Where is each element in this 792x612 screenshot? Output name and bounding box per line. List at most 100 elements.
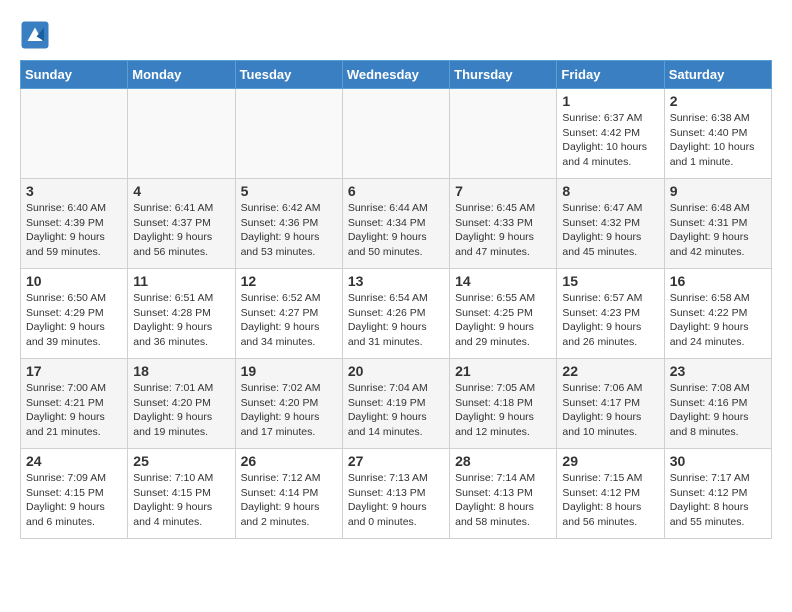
weekday-header-row: SundayMondayTuesdayWednesdayThursdayFrid… [21, 61, 772, 89]
calendar-cell: 21Sunrise: 7:05 AM Sunset: 4:18 PM Dayli… [450, 359, 557, 449]
calendar-cell: 4 Sunrise: 6:41 AM Sunset: 4:37 PM Daylig… [128, 179, 235, 269]
day-info: Sunrise: 6:40 AM Sunset: 4:39 PM Dayligh… [26, 201, 122, 260]
calendar-cell [450, 89, 557, 179]
day-info: Sunrise: 6:42 AM Sunset: 4:36 PM Dayligh… [241, 201, 337, 260]
day-number: 19 [241, 363, 337, 379]
day-number: 24 [26, 453, 122, 469]
day-number: 30 [670, 453, 766, 469]
calendar-cell: 1 Sunrise: 6:37 AM Sunset: 4:42 PM Daylig… [557, 89, 664, 179]
day-info: Sunrise: 6:37 AM Sunset: 4:42 PM Dayligh… [562, 111, 658, 170]
day-number: 11 [133, 273, 229, 289]
calendar-cell: 3 Sunrise: 6:40 AM Sunset: 4:39 PM Daylig… [21, 179, 128, 269]
day-number: 21 [455, 363, 551, 379]
day-number: 10 [26, 273, 122, 289]
calendar-cell: 14 Sunrise: 6:55 AM Sunset: 4:25 PM Dayli… [450, 269, 557, 359]
day-number: 15 [562, 273, 658, 289]
day-number: 4 [133, 183, 229, 199]
logo-icon [20, 20, 50, 50]
day-info: Sunrise: 6:45 AM Sunset: 4:33 PM Dayligh… [455, 201, 551, 260]
calendar-cell [235, 89, 342, 179]
day-number: 2 [670, 93, 766, 109]
day-number: 20 [348, 363, 444, 379]
day-number: 5 [241, 183, 337, 199]
day-number: 17 [26, 363, 122, 379]
day-info: Sunrise: 7:01 AM Sunset: 4:20 PM Dayligh… [133, 381, 229, 440]
calendar-cell [342, 89, 449, 179]
day-info: Sunrise: 6:58 AM Sunset: 4:22 PM Dayligh… [670, 291, 766, 350]
calendar-cell: 29Sunrise: 7:15 AM Sunset: 4:12 PM Dayli… [557, 449, 664, 539]
day-info: Sunrise: 7:04 AM Sunset: 4:19 PM Dayligh… [348, 381, 444, 440]
day-info: Sunrise: 6:50 AM Sunset: 4:29 PM Dayligh… [26, 291, 122, 350]
day-number: 26 [241, 453, 337, 469]
day-number: 18 [133, 363, 229, 379]
calendar-week-row: 10 Sunrise: 6:50 AM Sunset: 4:29 PM Dayli… [21, 269, 772, 359]
weekday-header-friday: Friday [557, 61, 664, 89]
day-info: Sunrise: 6:52 AM Sunset: 4:27 PM Dayligh… [241, 291, 337, 350]
weekday-header-tuesday: Tuesday [235, 61, 342, 89]
day-number: 13 [348, 273, 444, 289]
day-info: Sunrise: 6:41 AM Sunset: 4:37 PM Dayligh… [133, 201, 229, 260]
calendar-cell: 17Sunrise: 7:00 AM Sunset: 4:21 PM Dayli… [21, 359, 128, 449]
calendar-cell: 28 Sunrise: 7:14 AM Sunset: 4:13 PM Dayli… [450, 449, 557, 539]
calendar-cell: 2 Sunrise: 6:38 AM Sunset: 4:40 PM Daylig… [664, 89, 771, 179]
calendar-cell: 13Sunrise: 6:54 AM Sunset: 4:26 PM Dayli… [342, 269, 449, 359]
day-info: Sunrise: 7:06 AM Sunset: 4:17 PM Dayligh… [562, 381, 658, 440]
day-number: 3 [26, 183, 122, 199]
day-info: Sunrise: 6:57 AM Sunset: 4:23 PM Dayligh… [562, 291, 658, 350]
weekday-header-sunday: Sunday [21, 61, 128, 89]
weekday-header-saturday: Saturday [664, 61, 771, 89]
calendar-cell: 26 Sunrise: 7:12 AM Sunset: 4:14 PM Dayli… [235, 449, 342, 539]
calendar-cell: 18 Sunrise: 7:01 AM Sunset: 4:20 PM Dayli… [128, 359, 235, 449]
day-number: 12 [241, 273, 337, 289]
calendar-cell: 12 Sunrise: 6:52 AM Sunset: 4:27 PM Dayli… [235, 269, 342, 359]
calendar-week-row: 17Sunrise: 7:00 AM Sunset: 4:21 PM Dayli… [21, 359, 772, 449]
day-number: 9 [670, 183, 766, 199]
day-info: Sunrise: 6:47 AM Sunset: 4:32 PM Dayligh… [562, 201, 658, 260]
day-number: 7 [455, 183, 551, 199]
calendar-cell: 22Sunrise: 7:06 AM Sunset: 4:17 PM Dayli… [557, 359, 664, 449]
day-number: 23 [670, 363, 766, 379]
calendar-cell: 5 Sunrise: 6:42 AM Sunset: 4:36 PM Daylig… [235, 179, 342, 269]
calendar-week-row: 24 Sunrise: 7:09 AM Sunset: 4:15 PM Dayli… [21, 449, 772, 539]
calendar-cell [21, 89, 128, 179]
calendar-cell: 24 Sunrise: 7:09 AM Sunset: 4:15 PM Dayli… [21, 449, 128, 539]
calendar-cell: 11 Sunrise: 6:51 AM Sunset: 4:28 PM Dayli… [128, 269, 235, 359]
day-number: 6 [348, 183, 444, 199]
calendar-cell: 25 Sunrise: 7:10 AM Sunset: 4:15 PM Dayli… [128, 449, 235, 539]
calendar-cell: 27Sunrise: 7:13 AM Sunset: 4:13 PM Dayli… [342, 449, 449, 539]
day-info: Sunrise: 6:48 AM Sunset: 4:31 PM Dayligh… [670, 201, 766, 260]
calendar-cell: 9 Sunrise: 6:48 AM Sunset: 4:31 PM Daylig… [664, 179, 771, 269]
calendar-week-row: 3 Sunrise: 6:40 AM Sunset: 4:39 PM Daylig… [21, 179, 772, 269]
calendar-cell [128, 89, 235, 179]
day-number: 28 [455, 453, 551, 469]
day-info: Sunrise: 7:17 AM Sunset: 4:12 PM Dayligh… [670, 471, 766, 530]
day-info: Sunrise: 7:14 AM Sunset: 4:13 PM Dayligh… [455, 471, 551, 530]
logo [20, 20, 54, 50]
page-header [20, 20, 772, 50]
calendar-cell: 8 Sunrise: 6:47 AM Sunset: 4:32 PM Daylig… [557, 179, 664, 269]
day-info: Sunrise: 7:12 AM Sunset: 4:14 PM Dayligh… [241, 471, 337, 530]
calendar-cell: 23 Sunrise: 7:08 AM Sunset: 4:16 PM Dayli… [664, 359, 771, 449]
day-info: Sunrise: 6:44 AM Sunset: 4:34 PM Dayligh… [348, 201, 444, 260]
day-number: 25 [133, 453, 229, 469]
day-info: Sunrise: 6:55 AM Sunset: 4:25 PM Dayligh… [455, 291, 551, 350]
calendar-table: SundayMondayTuesdayWednesdayThursdayFrid… [20, 60, 772, 539]
day-number: 1 [562, 93, 658, 109]
calendar-cell: 15 Sunrise: 6:57 AM Sunset: 4:23 PM Dayli… [557, 269, 664, 359]
day-info: Sunrise: 7:09 AM Sunset: 4:15 PM Dayligh… [26, 471, 122, 530]
calendar-cell: 30 Sunrise: 7:17 AM Sunset: 4:12 PM Dayli… [664, 449, 771, 539]
day-info: Sunrise: 7:10 AM Sunset: 4:15 PM Dayligh… [133, 471, 229, 530]
day-info: Sunrise: 6:51 AM Sunset: 4:28 PM Dayligh… [133, 291, 229, 350]
day-number: 14 [455, 273, 551, 289]
day-number: 16 [670, 273, 766, 289]
weekday-header-monday: Monday [128, 61, 235, 89]
day-info: Sunrise: 6:38 AM Sunset: 4:40 PM Dayligh… [670, 111, 766, 170]
calendar-week-row: 1 Sunrise: 6:37 AM Sunset: 4:42 PM Daylig… [21, 89, 772, 179]
day-info: Sunrise: 7:02 AM Sunset: 4:20 PM Dayligh… [241, 381, 337, 440]
day-info: Sunrise: 7:08 AM Sunset: 4:16 PM Dayligh… [670, 381, 766, 440]
calendar-cell: 20 Sunrise: 7:04 AM Sunset: 4:19 PM Dayli… [342, 359, 449, 449]
day-info: Sunrise: 7:13 AM Sunset: 4:13 PM Dayligh… [348, 471, 444, 530]
day-number: 8 [562, 183, 658, 199]
calendar-cell: 19 Sunrise: 7:02 AM Sunset: 4:20 PM Dayli… [235, 359, 342, 449]
day-number: 29 [562, 453, 658, 469]
